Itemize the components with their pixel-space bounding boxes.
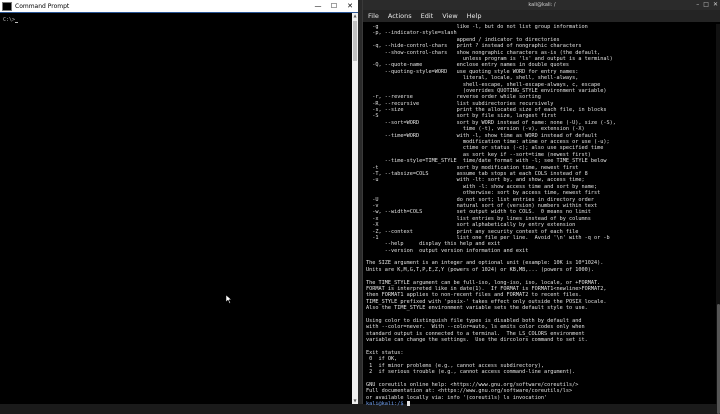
terminal-menubar: File Actions Edit View Help — [363, 10, 720, 22]
terminal-prompt: kali@kali:/$ — [366, 401, 407, 408]
mouse-pointer-icon — [226, 295, 232, 304]
menu-help[interactable]: Help — [467, 12, 482, 20]
terminal-title: kali@kali: / — [528, 2, 556, 8]
menu-edit[interactable]: Edit — [421, 12, 434, 20]
kali-terminal-window: kali@kali: / – □ ✕ File Actions Edit Vie… — [362, 0, 720, 414]
terminal-maximize-button[interactable]: □ — [703, 1, 709, 8]
command-prompt-window: Command Prompt — ☐ ✕ C:\> ▲ ▼ — [0, 0, 358, 404]
maximize-button[interactable]: ☐ — [326, 0, 342, 12]
cmd-prompt-text: C:\> — [3, 17, 16, 23]
command-prompt-title: Command Prompt — [15, 2, 70, 10]
close-button[interactable]: ✕ — [342, 0, 358, 12]
menu-file[interactable]: File — [368, 12, 379, 20]
cmd-app-icon — [2, 1, 12, 11]
terminal-scrollbar[interactable] — [716, 24, 720, 414]
terminal-minimize-button[interactable]: – — [696, 1, 699, 8]
menu-actions[interactable]: Actions — [388, 12, 412, 20]
terminal-prompt-line[interactable]: kali@kali:/$ — [366, 401, 715, 407]
terminal-titlebar[interactable]: kali@kali: / – □ ✕ — [363, 0, 720, 10]
minimize-button[interactable]: — — [310, 0, 326, 12]
menu-view[interactable]: View — [442, 12, 457, 20]
terminal-output[interactable]: -g like -l, but do not list group inform… — [366, 24, 715, 407]
cmd-scroll-thumb[interactable] — [353, 21, 357, 61]
terminal-close-button[interactable]: ✕ — [713, 1, 718, 8]
command-prompt-console[interactable]: C:\> — [0, 13, 352, 404]
command-prompt-titlebar[interactable]: Command Prompt — ☐ ✕ — [0, 0, 358, 13]
cmd-cursor — [15, 22, 19, 23]
